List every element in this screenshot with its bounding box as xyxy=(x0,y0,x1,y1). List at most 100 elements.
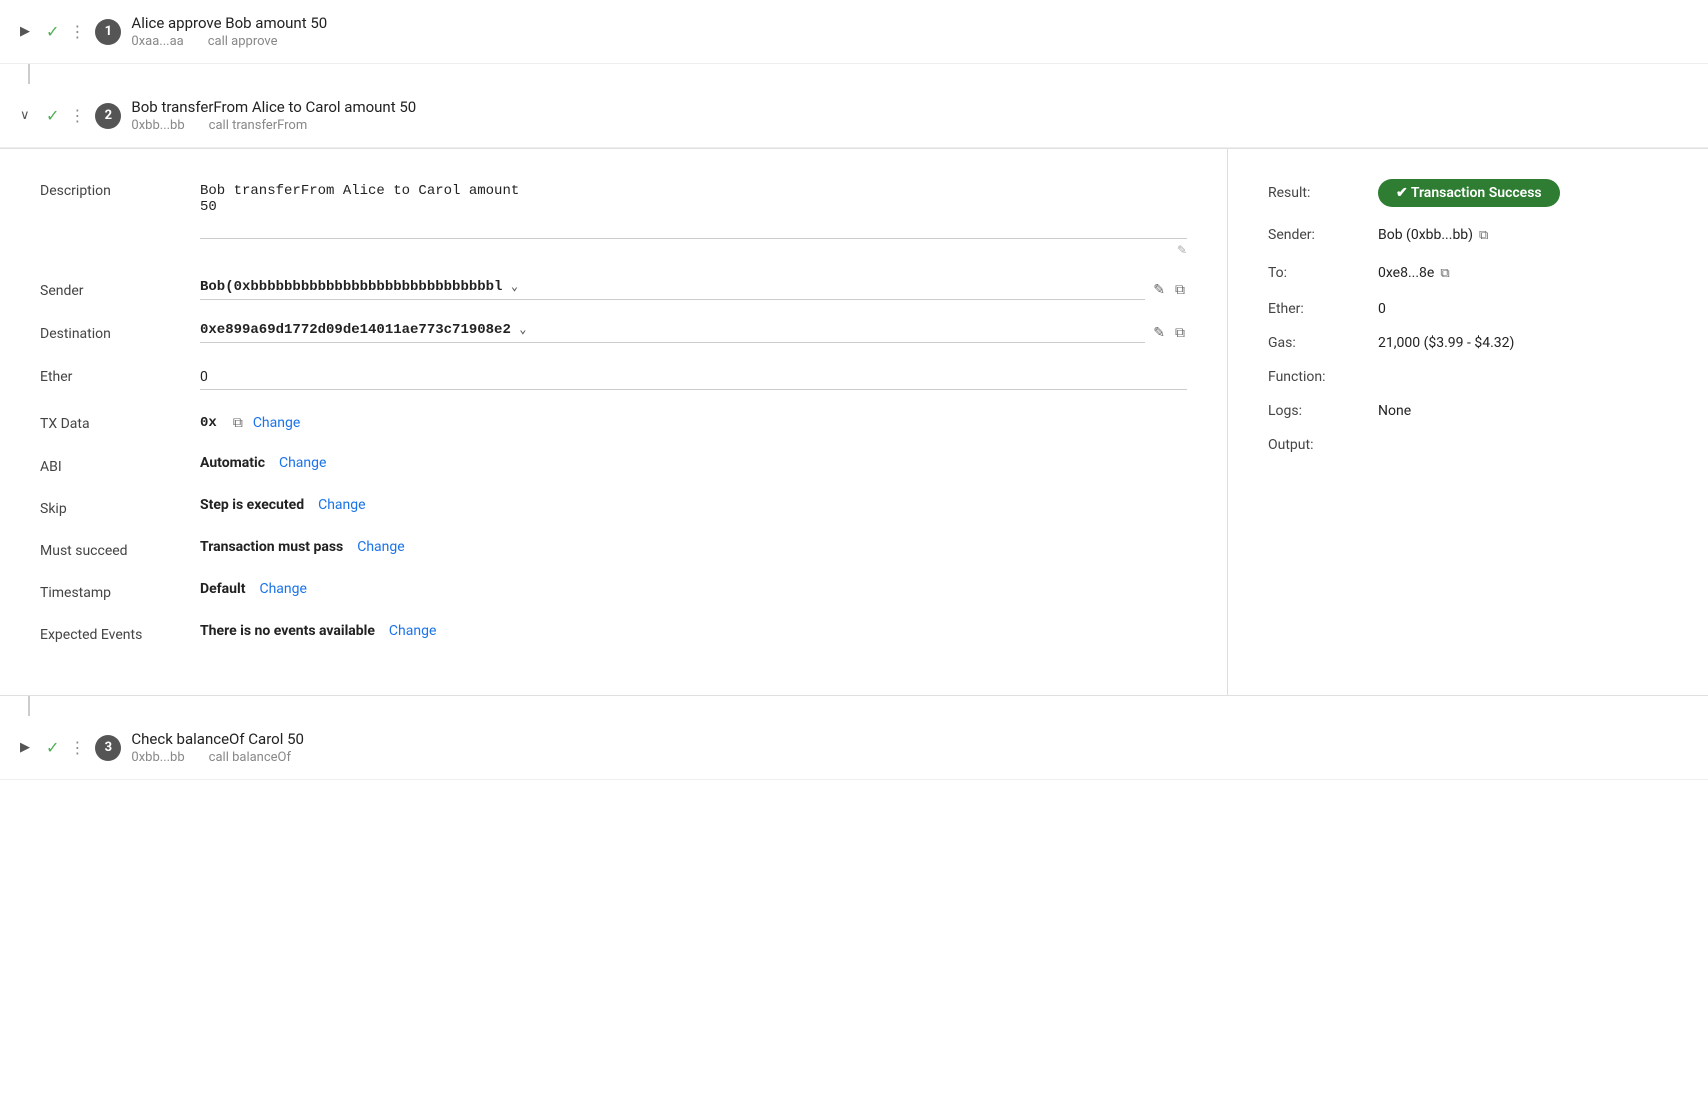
connector-line-1 xyxy=(28,64,30,84)
skip-value: Step is executed xyxy=(200,497,304,513)
step-call-2: call transferFrom xyxy=(209,118,308,133)
destination-label: Destination xyxy=(40,322,180,342)
skip-label: Skip xyxy=(40,497,180,517)
timestamp-value: Default xyxy=(200,581,245,597)
result-logs-value: None xyxy=(1378,403,1411,419)
timestamp-label: Timestamp xyxy=(40,581,180,601)
ether-label: Ether xyxy=(40,365,180,385)
ether-field-group: 0 xyxy=(200,365,1187,390)
result-row: Result: ✔ Transaction Success xyxy=(1268,179,1668,207)
step-info-1: Alice approve Bob amount 50 0xaa...aa ca… xyxy=(131,14,327,49)
must-succeed-value: Transaction must pass xyxy=(200,539,343,555)
abi-group: Automatic Change xyxy=(200,455,326,471)
description-row: Description Bob transferFrom Alice to Ca… xyxy=(40,179,1187,257)
sender-field-group: Bob(0xbbbbbbbbbbbbbbbbbbbbbbbbbbbbbl ⌄ ✎… xyxy=(200,279,1187,300)
result-ether-value: 0 xyxy=(1378,301,1386,317)
sender-row: Sender Bob(0xbbbbbbbbbbbbbbbbbbbbbbbbbbb… xyxy=(40,279,1187,300)
result-function-row: Function: xyxy=(1268,369,1668,385)
skip-change-link[interactable]: Change xyxy=(318,497,365,513)
sender-copy-button[interactable]: ⧉ xyxy=(1173,279,1187,300)
result-to-copy-button[interactable]: ⧉ xyxy=(1438,263,1451,283)
result-gas-label: Gas: xyxy=(1268,335,1358,351)
destination-copy-button[interactable]: ⧉ xyxy=(1173,322,1187,343)
check-icon-1: ✓ xyxy=(46,22,59,41)
result-sender-row: Sender: Bob (0xbb...bb) ⧉ xyxy=(1268,225,1668,245)
dots-menu-1[interactable]: ⋮ xyxy=(69,22,85,41)
step-title-3: Check balanceOf Carol 50 xyxy=(131,730,304,748)
result-to-label: To: xyxy=(1268,265,1358,281)
ether-row: Ether 0 xyxy=(40,365,1187,390)
result-ether-label: Ether: xyxy=(1268,301,1358,317)
sender-chevron-icon: ⌄ xyxy=(511,280,518,294)
abi-change-link[interactable]: Change xyxy=(279,455,326,471)
step-title-1: Alice approve Bob amount 50 xyxy=(131,14,327,32)
sender-edit-button[interactable]: ✎ xyxy=(1151,279,1167,300)
tx-data-group: 0x ⧉ Change xyxy=(200,412,300,433)
step-number-2: 2 xyxy=(95,103,121,129)
result-output-row: Output: xyxy=(1268,437,1668,453)
step-address-3: 0xbb...bb xyxy=(131,750,184,765)
step-call-3: call balanceOf xyxy=(209,750,291,765)
abi-row: ABI Automatic Change xyxy=(40,455,1187,475)
timestamp-change-link[interactable]: Change xyxy=(259,581,306,597)
step-number-1: 1 xyxy=(95,19,121,45)
transaction-item-2[interactable]: ∨ ✓ ⋮ 2 Bob transferFrom Alice to Carol … xyxy=(0,84,1708,148)
result-sender-group: Bob (0xbb...bb) ⧉ xyxy=(1378,225,1490,245)
description-textarea[interactable]: Bob transferFrom Alice to Carol amount 5… xyxy=(200,179,1187,239)
step-info-3: Check balanceOf Carol 50 0xbb...bb call … xyxy=(131,730,304,765)
result-label: Result: xyxy=(1268,185,1358,201)
tx-data-value: 0x xyxy=(200,415,217,431)
step-subtitle-3: 0xbb...bb call balanceOf xyxy=(131,750,304,765)
transaction-item-3[interactable]: ▶ ✓ ⋮ 3 Check balanceOf Carol 50 0xbb...… xyxy=(0,716,1708,780)
step-subtitle-2: 0xbb...bb call transferFrom xyxy=(131,118,416,133)
step-number-3: 3 xyxy=(95,735,121,761)
step-title-2: Bob transferFrom Alice to Carol amount 5… xyxy=(131,98,416,116)
destination-chevron-icon: ⌄ xyxy=(519,323,526,337)
result-output-label: Output: xyxy=(1268,437,1358,453)
check-icon-2: ✓ xyxy=(46,106,59,125)
destination-row: Destination 0xe899a69d1772d09de14011ae77… xyxy=(40,322,1187,343)
timestamp-row: Timestamp Default Change xyxy=(40,581,1187,601)
tx-data-copy-button[interactable]: ⧉ xyxy=(231,412,245,433)
result-logs-label: Logs: xyxy=(1268,403,1358,419)
connector-line-2 xyxy=(28,696,30,716)
chevron-icon-3: ▶ xyxy=(20,740,36,755)
step-info-2: Bob transferFrom Alice to Carol amount 5… xyxy=(131,98,416,133)
skip-group: Step is executed Change xyxy=(200,497,366,513)
destination-field-group: 0xe899a69d1772d09de14011ae773c71908e2 ⌄ … xyxy=(200,322,1187,343)
tx-data-change-link[interactable]: Change xyxy=(253,415,300,431)
sender-label: Sender xyxy=(40,279,180,299)
ether-value: 0 xyxy=(200,365,1187,390)
result-sender-copy-button[interactable]: ⧉ xyxy=(1477,225,1490,245)
destination-value: 0xe899a69d1772d09de14011ae773c71908e2 ⌄ xyxy=(200,322,1145,343)
step-address-2: 0xbb...bb xyxy=(131,118,184,133)
transaction-item-1[interactable]: ▶ ✓ ⋮ 1 Alice approve Bob amount 50 0xaa… xyxy=(0,0,1708,64)
result-gas-value: 21,000 ($3.99 - $4.32) xyxy=(1378,335,1514,351)
chevron-icon-1: ▶ xyxy=(20,24,36,39)
dots-menu-2[interactable]: ⋮ xyxy=(69,106,85,125)
must-succeed-change-link[interactable]: Change xyxy=(357,539,404,555)
destination-text: 0xe899a69d1772d09de14011ae773c71908e2 xyxy=(200,322,511,338)
tx-data-label: TX Data xyxy=(40,412,180,432)
right-panel: Result: ✔ Transaction Success Sender: Bo… xyxy=(1228,149,1708,695)
left-panel: Description Bob transferFrom Alice to Ca… xyxy=(0,149,1228,695)
result-ether-row: Ether: 0 xyxy=(1268,301,1668,317)
result-to-value: 0xe8...8e xyxy=(1378,265,1434,281)
expected-events-change-link[interactable]: Change xyxy=(389,623,436,639)
expected-events-label: Expected Events xyxy=(40,623,180,643)
dots-menu-3[interactable]: ⋮ xyxy=(69,738,85,757)
result-sender-value: Bob (0xbb...bb) xyxy=(1378,227,1473,243)
description-label: Description xyxy=(40,179,180,199)
skip-row: Skip Step is executed Change xyxy=(40,497,1187,517)
sender-value: Bob(0xbbbbbbbbbbbbbbbbbbbbbbbbbbbbbl ⌄ xyxy=(200,279,1145,300)
expected-events-value: There is no events available xyxy=(200,623,375,639)
tx-data-row: TX Data 0x ⧉ Change xyxy=(40,412,1187,433)
success-badge: ✔ Transaction Success xyxy=(1378,179,1560,207)
must-succeed-row: Must succeed Transaction must pass Chang… xyxy=(40,539,1187,559)
step-call-1: call approve xyxy=(208,34,278,49)
check-icon-3: ✓ xyxy=(46,738,59,757)
chevron-icon-2: ∨ xyxy=(20,108,36,123)
result-to-row: To: 0xe8...8e ⧉ xyxy=(1268,263,1668,283)
destination-edit-button[interactable]: ✎ xyxy=(1151,322,1167,343)
must-succeed-label: Must succeed xyxy=(40,539,180,559)
